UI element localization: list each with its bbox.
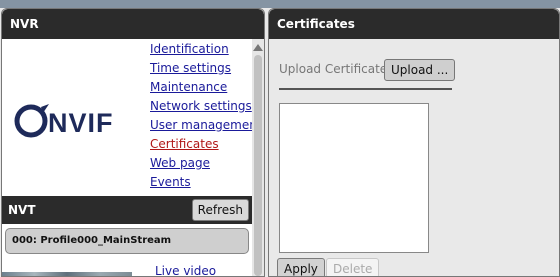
nav-item-web-page[interactable]: Web page [150, 155, 262, 174]
nvt-header: NVT Refresh [2, 196, 252, 224]
nvr-panel: NVR NVIF Identification Time settings Ma… [1, 8, 265, 277]
top-strip [0, 0, 560, 8]
certificates-panel-title: Certificates [269, 9, 559, 39]
nav-item-identification[interactable]: Identification [150, 41, 262, 60]
video-thumbnail[interactable] [2, 272, 132, 276]
scroll-up-arrow-icon[interactable] [253, 44, 263, 51]
delete-button[interactable]: Delete [326, 258, 380, 276]
upload-button[interactable]: Upload ... [384, 59, 456, 81]
nav-item-certificates[interactable]: Certificates [150, 136, 262, 155]
apply-button[interactable]: Apply [277, 258, 325, 276]
scroll-thumb[interactable] [254, 55, 262, 276]
profile-item[interactable]: 000: Profile000_MainStream [5, 228, 249, 254]
nvr-panel-title: NVR [2, 9, 264, 39]
nvr-content: NVIF Identification Time settings Mainte… [2, 39, 262, 276]
refresh-button[interactable]: Refresh [191, 199, 249, 221]
nav-item-network-settings[interactable]: Network settings [150, 98, 262, 117]
nav-item-events[interactable]: Events [150, 174, 262, 193]
svg-text:NVIF: NVIF [48, 108, 114, 138]
live-video-link[interactable]: Live video [155, 264, 216, 276]
upload-certificate-label: Upload Certificate [279, 62, 388, 76]
nav-item-time-settings[interactable]: Time settings [150, 60, 262, 79]
nvt-title: NVT [8, 203, 36, 217]
nav-item-user-management[interactable]: User management [150, 117, 262, 136]
certificate-list[interactable] [279, 103, 429, 253]
onvif-logo: NVIF [14, 104, 114, 138]
certificates-panel: Certificates Upload Certificate Upload .… [268, 8, 560, 277]
divider [279, 88, 452, 90]
nav-item-maintenance[interactable]: Maintenance [150, 79, 262, 98]
nvr-nav-list: Identification Time settings Maintenance… [150, 41, 262, 193]
nvr-scrollbar[interactable] [252, 39, 264, 276]
